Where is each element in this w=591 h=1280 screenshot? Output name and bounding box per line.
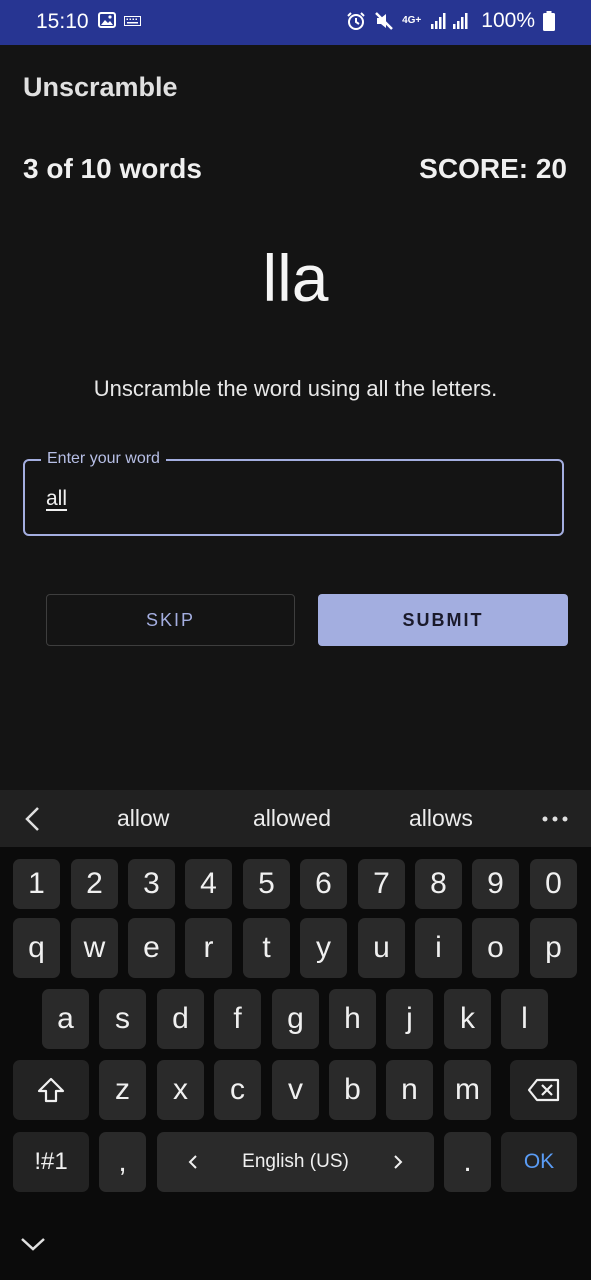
scrambled-word: lla bbox=[262, 241, 329, 315]
key-k[interactable]: k bbox=[444, 989, 491, 1049]
key-l[interactable]: l bbox=[501, 989, 548, 1049]
score: SCORE: 20 bbox=[419, 153, 567, 184]
period-key[interactable]: . bbox=[444, 1132, 491, 1192]
key-d[interactable]: d bbox=[157, 989, 204, 1049]
more-icon[interactable] bbox=[542, 816, 568, 822]
key-j[interactable]: j bbox=[386, 989, 433, 1049]
key-4[interactable]: 4 bbox=[185, 859, 232, 909]
key-n[interactable]: n bbox=[386, 1060, 433, 1120]
key-r[interactable]: r bbox=[185, 918, 232, 978]
word-input-field[interactable]: Enter your word all bbox=[23, 450, 564, 536]
chevron-right-icon bbox=[394, 1155, 403, 1169]
status-bar: 15:10 4G+ 100% bbox=[0, 0, 591, 45]
shift-key[interactable] bbox=[13, 1060, 89, 1120]
backspace-icon bbox=[527, 1078, 559, 1102]
mute-icon bbox=[375, 12, 393, 30]
key-t[interactable]: t bbox=[243, 918, 290, 978]
key-x[interactable]: x bbox=[157, 1060, 204, 1120]
skip-button[interactable]: SKIP bbox=[46, 594, 295, 646]
key-w[interactable]: w bbox=[71, 918, 118, 978]
submit-button[interactable]: SUBMIT bbox=[318, 594, 568, 646]
key-u[interactable]: u bbox=[358, 918, 405, 978]
instructions: Unscramble the word using all the letter… bbox=[93, 376, 498, 401]
comma-key[interactable]: , bbox=[99, 1132, 146, 1192]
status-time: 15:10 bbox=[36, 10, 89, 33]
word-input-value[interactable]: all bbox=[46, 487, 67, 511]
key-v[interactable]: v bbox=[272, 1060, 319, 1120]
key-m[interactable]: m bbox=[444, 1060, 491, 1120]
key-s[interactable]: s bbox=[99, 989, 146, 1049]
backspace-key[interactable] bbox=[510, 1060, 577, 1120]
app-title: Unscramble bbox=[23, 72, 178, 102]
key-e[interactable]: e bbox=[128, 918, 175, 978]
suggestion-2[interactable]: allowed bbox=[253, 805, 331, 832]
key-2[interactable]: 2 bbox=[71, 859, 118, 909]
key-f[interactable]: f bbox=[214, 989, 261, 1049]
gallery-icon bbox=[98, 12, 116, 28]
key-p[interactable]: p bbox=[530, 918, 577, 978]
word-count: 3 of 10 words bbox=[23, 153, 202, 184]
key-y[interactable]: y bbox=[300, 918, 347, 978]
key-c[interactable]: c bbox=[214, 1060, 261, 1120]
network-type: 4G+ bbox=[402, 15, 422, 26]
language-label: English (US) bbox=[242, 1151, 349, 1172]
key-8[interactable]: 8 bbox=[415, 859, 462, 909]
key-3[interactable]: 3 bbox=[128, 859, 175, 909]
key-0[interactable]: 0 bbox=[530, 859, 577, 909]
chevron-left-icon[interactable] bbox=[22, 806, 46, 832]
battery-percent: 100% bbox=[481, 9, 535, 32]
key-7[interactable]: 7 bbox=[358, 859, 405, 909]
key-a[interactable]: a bbox=[42, 989, 89, 1049]
keyboard: allow allowed allows 1 2 3 4 5 6 7 8 9 0… bbox=[0, 790, 591, 1280]
ok-key[interactable]: OK bbox=[501, 1132, 577, 1192]
suggestion-1[interactable]: allow bbox=[117, 805, 169, 832]
key-q[interactable]: q bbox=[13, 918, 60, 978]
word-input-label: Enter your word bbox=[41, 450, 166, 468]
keyboard-icon bbox=[124, 16, 141, 26]
key-1[interactable]: 1 bbox=[13, 859, 60, 909]
key-b[interactable]: b bbox=[329, 1060, 376, 1120]
key-5[interactable]: 5 bbox=[243, 859, 290, 909]
key-o[interactable]: o bbox=[472, 918, 519, 978]
shift-icon bbox=[37, 1077, 65, 1103]
space-bar[interactable]: English (US) bbox=[157, 1132, 434, 1192]
suggestion-bar: allow allowed allows bbox=[0, 790, 591, 847]
chevron-down-icon[interactable] bbox=[20, 1234, 46, 1254]
key-i[interactable]: i bbox=[415, 918, 462, 978]
key-9[interactable]: 9 bbox=[472, 859, 519, 909]
signal-icon bbox=[431, 13, 468, 29]
key-6[interactable]: 6 bbox=[300, 859, 347, 909]
key-g[interactable]: g bbox=[272, 989, 319, 1049]
key-z[interactable]: z bbox=[99, 1060, 146, 1120]
symbols-key[interactable]: !#1 bbox=[13, 1132, 89, 1192]
chevron-left-icon bbox=[188, 1155, 197, 1169]
alarm-icon bbox=[347, 12, 365, 30]
key-h[interactable]: h bbox=[329, 989, 376, 1049]
battery-icon bbox=[543, 11, 555, 31]
suggestion-3[interactable]: allows bbox=[409, 805, 473, 832]
